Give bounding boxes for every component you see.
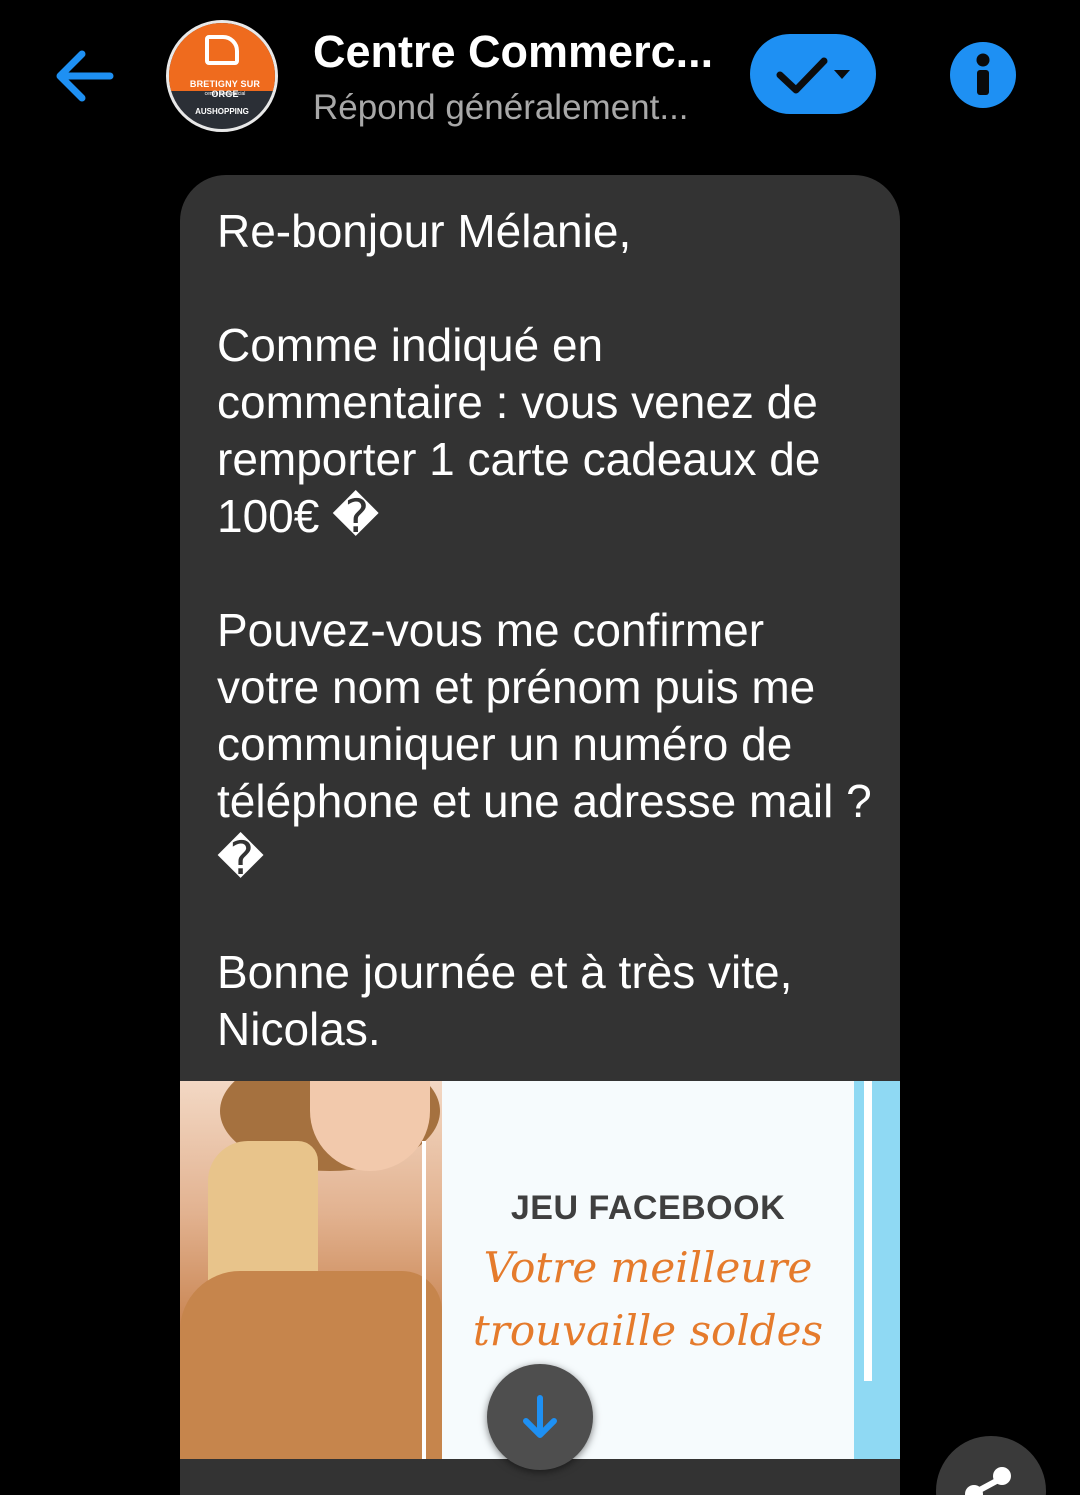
promo-line-1: Votre meilleure xyxy=(483,1243,813,1292)
promo-line-2: trouvaille soldes xyxy=(472,1306,824,1355)
auchan-logo-icon xyxy=(205,35,239,65)
share-button[interactable] xyxy=(936,1436,1046,1495)
info-icon xyxy=(976,53,990,95)
promo-photo-woman xyxy=(180,1081,442,1459)
page-avatar[interactable]: BRETIGNY SUR ORGE centre commercial AUSH… xyxy=(166,20,278,132)
messenger-conversation: BRETIGNY SUR ORGE centre commercial AUSH… xyxy=(0,0,1080,1495)
share-icon xyxy=(965,1467,1011,1495)
promo-title: JEU FACEBOOK xyxy=(510,1189,786,1227)
conversation-subtitle: Répond généralement... xyxy=(313,88,689,127)
scroll-to-bottom-button[interactable] xyxy=(487,1364,593,1470)
info-button[interactable] xyxy=(950,42,1016,108)
arrow-left-icon xyxy=(56,50,114,102)
conversation-header: BRETIGNY SUR ORGE centre commercial AUSH… xyxy=(0,0,1080,150)
message-bubble[interactable]: Re-bonjour Mélanie, Comme indiqué en com… xyxy=(180,175,900,1495)
chevron-down-icon xyxy=(834,70,850,79)
mark-done-button[interactable] xyxy=(750,34,876,114)
arrow-down-icon xyxy=(523,1395,557,1438)
avatar-brand-text: AUSHOPPING xyxy=(195,107,249,116)
back-button[interactable] xyxy=(48,40,120,112)
photo-divider xyxy=(422,1141,426,1459)
message-text: Re-bonjour Mélanie, Comme indiqué en com… xyxy=(217,205,872,1055)
avatar-tagline-text: centre commercial xyxy=(204,91,246,97)
checkmark-icon xyxy=(776,57,828,94)
photo-sweater xyxy=(180,1271,442,1459)
conversation-title[interactable]: Centre Commerc... xyxy=(313,26,733,78)
promo-panel-edge xyxy=(864,1081,872,1381)
